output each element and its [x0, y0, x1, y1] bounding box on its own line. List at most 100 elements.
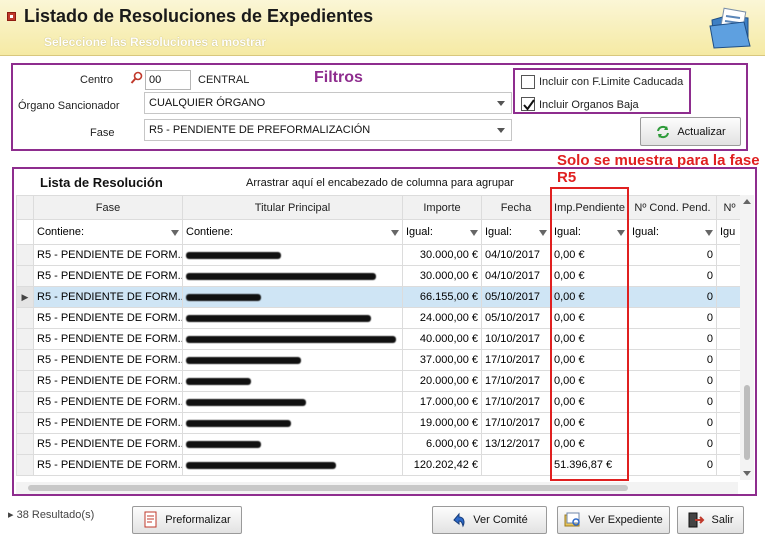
redacted-name [186, 398, 306, 406]
cell-fecha [481, 454, 551, 476]
table-row[interactable]: R5 - PENDIENTE DE FORM... 40.000,00 €10/1… [16, 328, 743, 350]
cell-importe: 37.000,00 € [402, 349, 482, 371]
scroll-up-icon[interactable] [743, 199, 751, 204]
centro-code-input[interactable]: 00 [145, 70, 191, 90]
row-indicator [16, 433, 34, 455]
page-subtitle: Seleccione las Resoluciones a mostrar [44, 35, 267, 49]
filter-operator: Contiene: [186, 226, 234, 238]
row-indicator-filter [16, 219, 34, 245]
redacted-name [186, 251, 281, 259]
cell-fecha: 17/10/2017 [481, 370, 551, 392]
cell-importe: 19.000,00 € [402, 412, 482, 434]
column-header-n[interactable]: Nº [716, 195, 743, 220]
filter-cell-importe[interactable]: Igual: [402, 219, 482, 245]
redacted-name [186, 377, 251, 385]
ver-comite-button[interactable]: Ver Comité [432, 506, 547, 534]
cell-cond-pend: 0 [628, 328, 717, 350]
centro-label: Centro [80, 74, 114, 86]
cell-fase: R5 - PENDIENTE DE FORM... [33, 349, 183, 371]
filter-row: Contiene: Contiene: Igual: Igual: Igual:… [16, 219, 743, 245]
salir-label: Salir [711, 514, 734, 526]
cell-n [716, 244, 743, 266]
row-indicator [16, 244, 34, 266]
table-row[interactable]: ▶ R5 - PENDIENTE DE FORM... 66.155,00 €05/… [16, 286, 743, 308]
group-hint[interactable]: Arrastrar aquí el encabezado de columna … [246, 177, 514, 189]
fase-select[interactable]: R5 - PENDIENTE DE PREFORMALIZACIÓN [144, 119, 512, 141]
column-header-fase[interactable]: Fase [33, 195, 183, 220]
preformalizar-label: Preformalizar [165, 514, 231, 526]
cell-titular [182, 286, 403, 308]
cell-titular [182, 244, 403, 266]
search-icon[interactable] [130, 71, 144, 85]
table-row[interactable]: R5 - PENDIENTE DE FORM... 17.000,00 €17/1… [16, 391, 743, 413]
vertical-scroll-thumb[interactable] [744, 385, 750, 460]
filter-funnel-icon[interactable] [171, 230, 179, 236]
table-row[interactable]: R5 - PENDIENTE DE FORM... 120.202,42 €51.… [16, 454, 743, 476]
ver-expediente-button[interactable]: Ver Expediente [557, 506, 670, 534]
scroll-down-icon[interactable] [743, 471, 751, 476]
imp-pendiente-annotation-box [550, 187, 629, 481]
column-header-titular[interactable]: Titular Principal [182, 195, 403, 220]
cell-fase: R5 - PENDIENTE DE FORM... [33, 244, 183, 266]
horizontal-scroll-thumb[interactable] [28, 485, 628, 491]
filter-cell-cond-pend[interactable]: Igual: [628, 219, 717, 245]
salir-button[interactable]: Salir [677, 506, 744, 534]
back-arrow-icon [453, 512, 465, 528]
redacted-name [186, 440, 261, 448]
cell-importe: 20.000,00 € [402, 370, 482, 392]
table-row[interactable]: R5 - PENDIENTE DE FORM... 19.000,00 €17/1… [16, 412, 743, 434]
horizontal-scrollbar[interactable] [16, 482, 738, 494]
centro-name: CENTRAL [198, 74, 250, 86]
preformalizar-button[interactable]: Preformalizar [132, 506, 242, 534]
cell-titular [182, 265, 403, 287]
chk-caducada[interactable] [521, 75, 535, 89]
row-indicator [16, 265, 34, 287]
vertical-scrollbar[interactable] [740, 195, 754, 480]
filter-funnel-icon[interactable] [391, 230, 399, 236]
filter-funnel-icon[interactable] [470, 230, 478, 236]
fase-select-value: R5 - PENDIENTE DE PREFORMALIZACIÓN [149, 124, 371, 136]
filter-cell-n[interactable]: Igu [716, 219, 743, 245]
cell-fase: R5 - PENDIENTE DE FORM... [33, 370, 183, 392]
row-indicator [16, 412, 34, 434]
cell-importe: 66.155,00 € [402, 286, 482, 308]
cell-importe: 120.202,42 € [402, 454, 482, 476]
cell-importe: 6.000,00 € [402, 433, 482, 455]
table-row[interactable]: R5 - PENDIENTE DE FORM... 6.000,00 €13/12… [16, 433, 743, 455]
table-row[interactable]: R5 - PENDIENTE DE FORM... 20.000,00 €17/1… [16, 370, 743, 392]
actualizar-button[interactable]: Actualizar [640, 117, 741, 146]
organo-select[interactable]: CUALQUIER ÓRGANO [144, 92, 512, 114]
cell-n [716, 412, 743, 434]
column-header-importe[interactable]: Importe [402, 195, 482, 220]
redacted-name [186, 335, 396, 343]
filter-cell-titular[interactable]: Contiene: [182, 219, 403, 245]
cell-titular [182, 454, 403, 476]
filter-cell-fecha[interactable]: Igual: [481, 219, 551, 245]
cell-fase: R5 - PENDIENTE DE FORM... [33, 307, 183, 329]
cell-fecha: 17/10/2017 [481, 391, 551, 413]
cell-titular [182, 349, 403, 371]
folder-documents-icon [709, 7, 751, 49]
chk-baja-label: Incluir Organos Baja [539, 99, 639, 111]
table-row[interactable]: R5 - PENDIENTE DE FORM... 30.000,00 €04/1… [16, 244, 743, 266]
column-header-cond-pend[interactable]: Nº Cond. Pend. [628, 195, 717, 220]
document-edit-icon [144, 511, 157, 528]
filter-funnel-icon[interactable] [705, 230, 713, 236]
table-row[interactable]: R5 - PENDIENTE DE FORM... 30.000,00 €04/1… [16, 265, 743, 287]
cell-importe: 24.000,00 € [402, 307, 482, 329]
cell-titular [182, 307, 403, 329]
filter-funnel-icon[interactable] [539, 230, 547, 236]
cell-fase: R5 - PENDIENTE DE FORM... [33, 412, 183, 434]
cell-cond-pend: 0 [628, 433, 717, 455]
cell-cond-pend: 0 [628, 412, 717, 434]
redacted-name [186, 272, 376, 280]
cell-fase: R5 - PENDIENTE DE FORM... [33, 391, 183, 413]
table-row[interactable]: R5 - PENDIENTE DE FORM... 37.000,00 €17/1… [16, 349, 743, 371]
chk-baja[interactable] [521, 97, 535, 111]
cell-fase: R5 - PENDIENTE DE FORM... [33, 433, 183, 455]
filter-cell-fase[interactable]: Contiene: [33, 219, 183, 245]
column-header-fecha[interactable]: Fecha [481, 195, 551, 220]
cell-importe: 40.000,00 € [402, 328, 482, 350]
table-row[interactable]: R5 - PENDIENTE DE FORM... 24.000,00 €05/1… [16, 307, 743, 329]
cell-cond-pend: 0 [628, 391, 717, 413]
